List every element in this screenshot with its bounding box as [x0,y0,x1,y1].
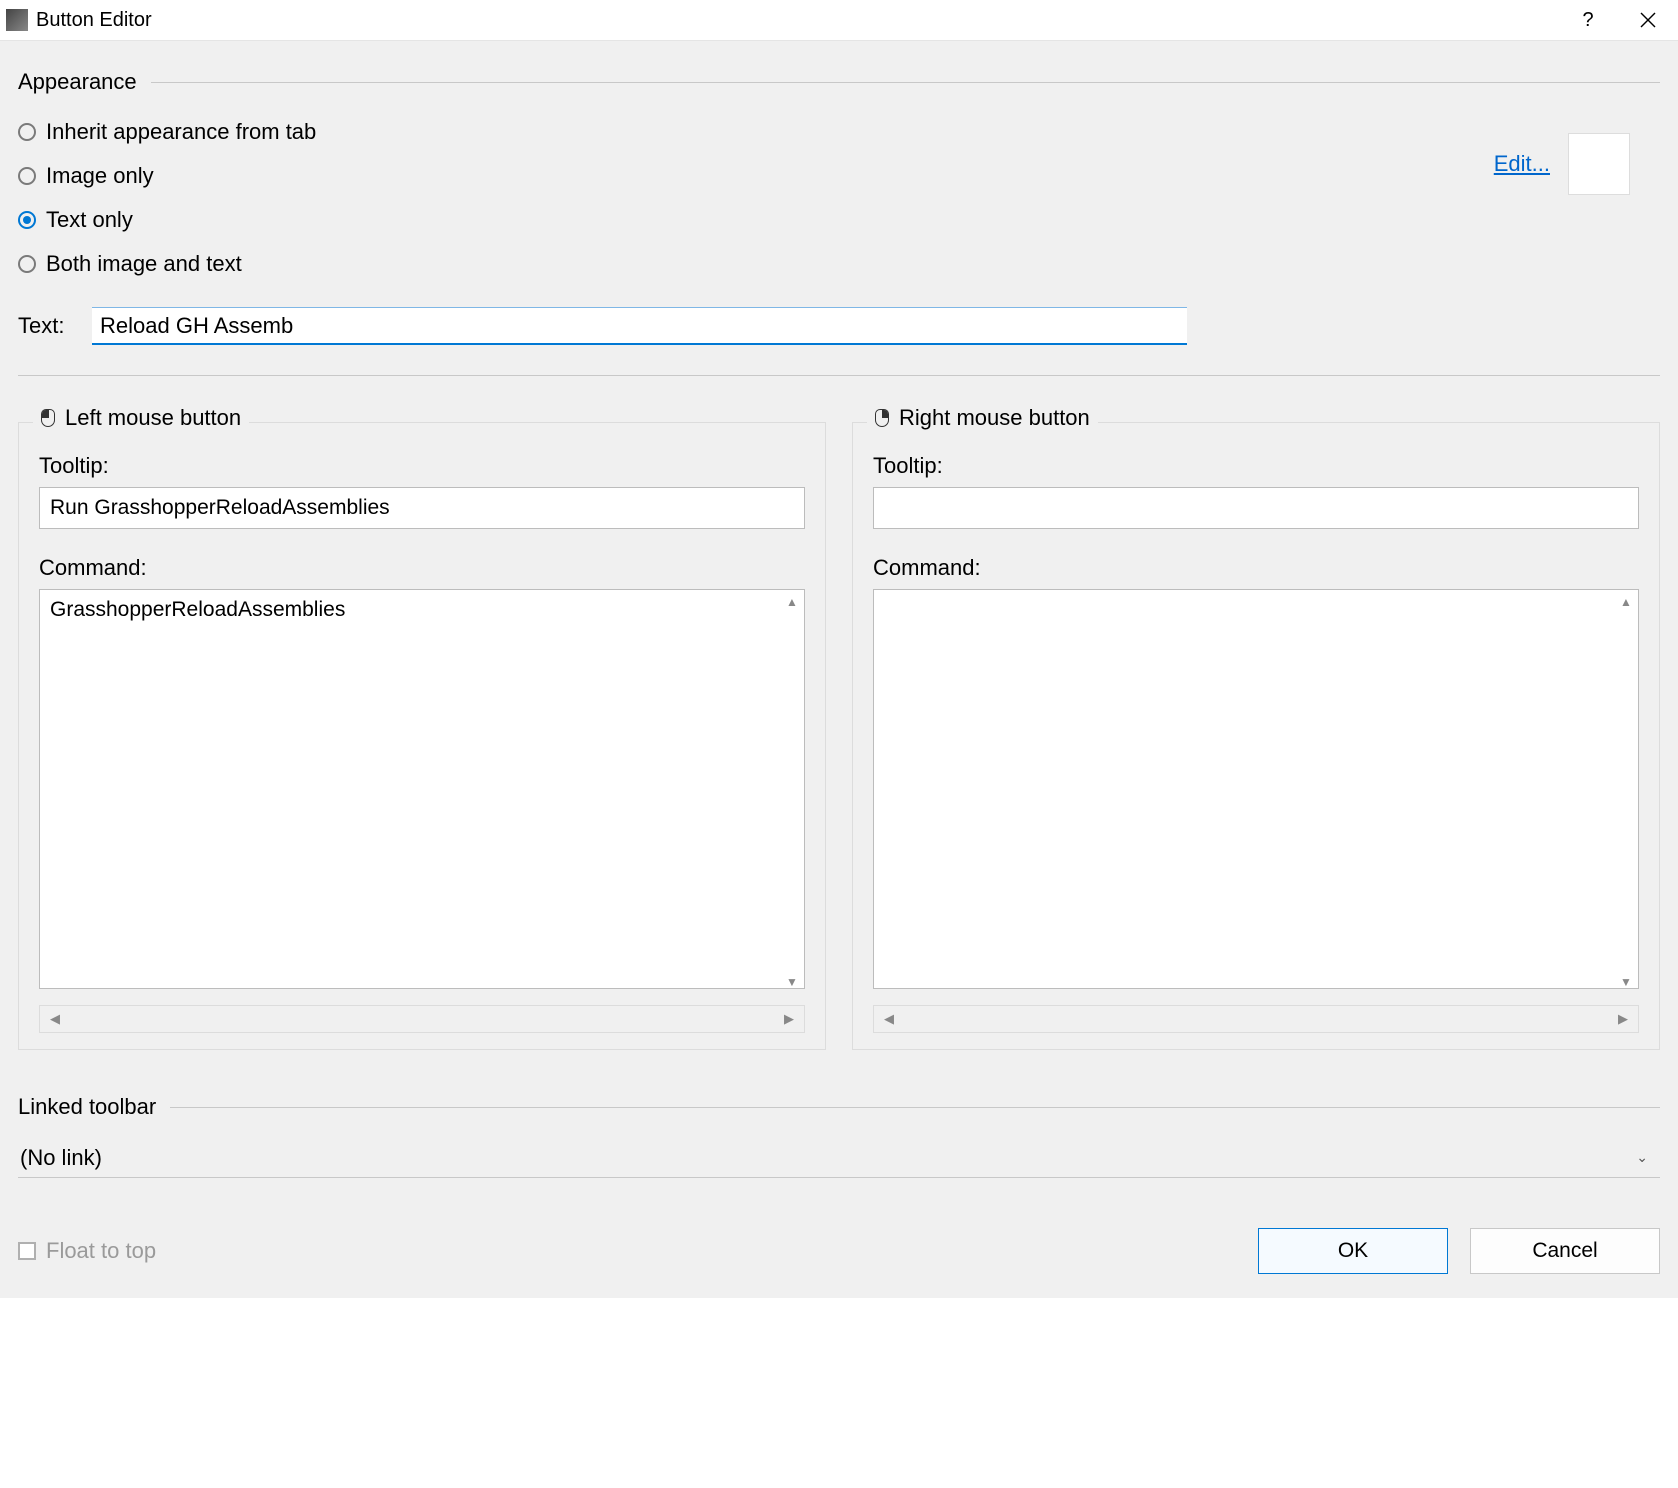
radio-text-only-label: Text only [46,207,133,233]
left-tooltip-label: Tooltip: [39,453,805,479]
left-horizontal-scrollbar[interactable]: ◀ ▶ [39,1005,805,1033]
close-button[interactable] [1618,0,1678,40]
linked-toolbar-header: Linked toolbar [18,1094,1660,1120]
ok-button[interactable]: OK [1258,1228,1448,1274]
button-text-input[interactable] [92,307,1187,345]
right-command-label: Command: [873,555,1639,581]
left-command-label: Command: [39,555,805,581]
left-mouse-panel: Left mouse button Tooltip: Command: ▲▼ ◀… [18,422,826,1050]
right-tooltip-label: Tooltip: [873,453,1639,479]
radio-inherit-label: Inherit appearance from tab [46,119,316,145]
checkbox-icon [18,1242,36,1260]
radio-both[interactable]: Both image and text [18,251,1494,277]
edit-image-link[interactable]: Edit... [1494,151,1550,177]
image-preview[interactable] [1568,133,1630,195]
cancel-button[interactable]: Cancel [1470,1228,1660,1274]
mouse-right-icon [875,409,889,427]
window-title: Button Editor [36,9,152,32]
appearance-label: Appearance [18,69,137,95]
right-mouse-title: Right mouse button [899,405,1090,431]
linked-toolbar-label: Linked toolbar [18,1094,156,1120]
radio-icon [18,123,36,141]
scroll-right-icon: ▶ [1618,1011,1628,1027]
close-icon [1640,12,1656,28]
radio-both-label: Both image and text [46,251,242,277]
float-to-top-checkbox[interactable]: Float to top [18,1238,156,1264]
radio-icon [18,167,36,185]
left-command-textarea[interactable] [39,589,805,989]
right-mouse-panel: Right mouse button Tooltip: Command: ▲▼ … [852,422,1660,1050]
appearance-group-header: Appearance [18,69,1660,95]
float-to-top-label: Float to top [46,1238,156,1264]
scroll-right-icon: ▶ [784,1011,794,1027]
title-bar: Button Editor ? [0,0,1678,40]
scroll-left-icon: ◀ [884,1011,894,1027]
linked-toolbar-value: (No link) [20,1145,102,1171]
app-icon [6,9,28,31]
right-command-textarea[interactable] [873,589,1639,989]
mouse-left-icon [41,409,55,427]
radio-icon [18,255,36,273]
chevron-down-icon: ⌄ [1636,1149,1648,1166]
radio-text-only[interactable]: Text only [18,207,1494,233]
divider [18,375,1660,376]
scroll-left-icon: ◀ [50,1011,60,1027]
right-horizontal-scrollbar[interactable]: ◀ ▶ [873,1005,1639,1033]
radio-inherit[interactable]: Inherit appearance from tab [18,119,1494,145]
radio-icon [18,211,36,229]
radio-image-only-label: Image only [46,163,154,189]
radio-image-only[interactable]: Image only [18,163,1494,189]
linked-toolbar-select[interactable]: (No link) ⌄ [18,1138,1660,1178]
left-tooltip-input[interactable] [39,487,805,529]
left-mouse-title: Left mouse button [65,405,241,431]
text-label: Text: [18,313,68,339]
right-tooltip-input[interactable] [873,487,1639,529]
help-button[interactable]: ? [1558,0,1618,40]
